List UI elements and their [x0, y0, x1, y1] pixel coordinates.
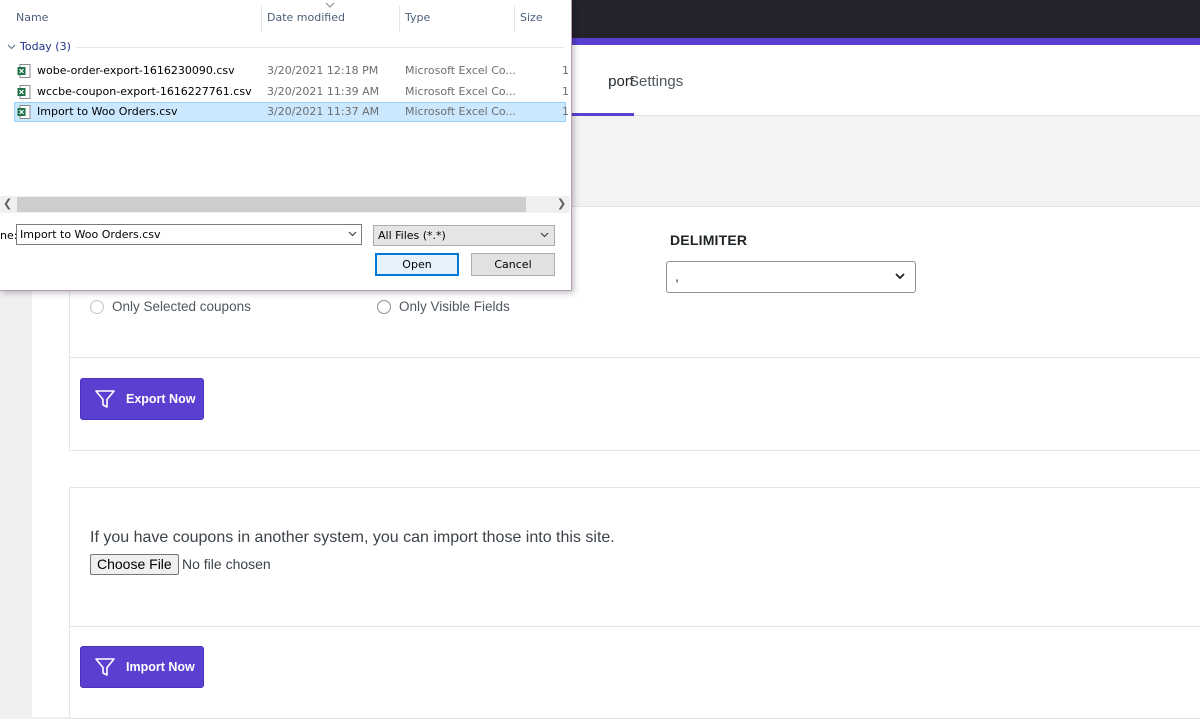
- excel-csv-icon: [17, 64, 31, 78]
- file-name: wccbe-coupon-export-1616227761.csv: [37, 85, 252, 98]
- export-now-button[interactable]: Export Now: [80, 378, 204, 420]
- file-size: 1: [562, 105, 569, 118]
- excel-csv-icon: [17, 85, 31, 99]
- scroll-left-icon[interactable]: ❮: [3, 197, 12, 210]
- column-separator[interactable]: [399, 6, 400, 32]
- import-description: If you have coupons in another system, y…: [90, 529, 615, 546]
- radio-button[interactable]: [90, 299, 104, 314]
- option-label: Only Selected coupons: [112, 299, 251, 314]
- file-type-filter[interactable]: All Files (*.*): [373, 225, 555, 246]
- file-size: 1: [562, 64, 569, 77]
- group-label: Today (3): [20, 40, 71, 53]
- file-date: 3/20/2021 11:37 AM: [267, 105, 380, 118]
- import-now-button[interactable]: Import Now: [80, 646, 204, 688]
- radio-button[interactable]: [377, 299, 391, 314]
- column-separator[interactable]: [514, 6, 515, 32]
- filter-value: All Files (*.*): [378, 229, 446, 242]
- column-header-type[interactable]: Type: [405, 0, 430, 33]
- file-name-input[interactable]: Import to Woo Orders.csv: [16, 224, 362, 245]
- group-header-today[interactable]: Today (3): [7, 40, 71, 53]
- button-label: Export Now: [126, 392, 196, 406]
- option-only-visible-fields[interactable]: Only Visible Fields: [377, 299, 510, 314]
- column-separator[interactable]: [261, 6, 262, 32]
- file-status: No file chosen: [182, 556, 271, 572]
- column-header-date[interactable]: Date modified: [267, 0, 345, 33]
- tab-settings[interactable]: Settings: [629, 73, 683, 90]
- file-type: Microsoft Excel Co...: [405, 85, 516, 98]
- excel-csv-icon: [17, 105, 31, 119]
- file-name-value: Import to Woo Orders.csv: [20, 228, 161, 241]
- file-size: 1: [562, 85, 569, 98]
- file-type: Microsoft Excel Co...: [405, 105, 516, 118]
- file-name: wobe-order-export-1616230090.csv: [37, 64, 235, 77]
- file-row[interactable]: wobe-order-export-1616230090.csv 3/20/20…: [14, 61, 569, 81]
- column-header-size[interactable]: Size: [520, 0, 543, 33]
- horizontal-scrollbar[interactable]: ❮ ❯: [0, 196, 570, 213]
- file-date: 3/20/2021 12:18 PM: [267, 64, 379, 77]
- tab-export[interactable]: port: [572, 73, 634, 90]
- import-card: If you have coupons in another system, y…: [69, 487, 1200, 719]
- button-label: Import Now: [126, 660, 195, 674]
- cancel-button[interactable]: Cancel: [471, 253, 555, 276]
- scrollbar-thumb[interactable]: [17, 197, 526, 212]
- chevron-down-icon: [895, 273, 905, 280]
- file-name-label: ne:: [0, 229, 18, 242]
- file-date: 3/20/2021 11:39 AM: [267, 85, 380, 98]
- open-button[interactable]: Open: [375, 253, 459, 276]
- group-divider: [76, 47, 564, 48]
- file-row-selected[interactable]: Import to Woo Orders.csv 3/20/2021 11:37…: [14, 102, 569, 122]
- option-only-selected-coupons[interactable]: Only Selected coupons: [90, 299, 251, 314]
- scroll-right-icon[interactable]: ❯: [557, 197, 566, 210]
- filter-icon: [95, 390, 115, 408]
- option-label: Only Visible Fields: [399, 299, 510, 314]
- chevron-down-icon: [540, 232, 549, 238]
- chevron-down-icon[interactable]: [348, 231, 357, 237]
- divider: [70, 626, 1200, 627]
- chevron-down-icon[interactable]: [7, 42, 16, 51]
- choose-file-button[interactable]: Choose File: [90, 554, 179, 575]
- filter-icon: [95, 658, 115, 676]
- file-open-dialog: Name Date modified Type Size Today (3) w…: [0, 0, 572, 291]
- delimiter-value: ,: [675, 268, 679, 284]
- delimiter-label: DELIMITER: [670, 232, 748, 248]
- file-row[interactable]: wccbe-coupon-export-1616227761.csv 3/20/…: [14, 82, 569, 102]
- file-type: Microsoft Excel Co...: [405, 64, 516, 77]
- delimiter-select[interactable]: ,: [666, 261, 916, 293]
- divider: [70, 357, 1200, 358]
- file-name: Import to Woo Orders.csv: [37, 105, 178, 118]
- column-header-name[interactable]: Name: [16, 0, 48, 33]
